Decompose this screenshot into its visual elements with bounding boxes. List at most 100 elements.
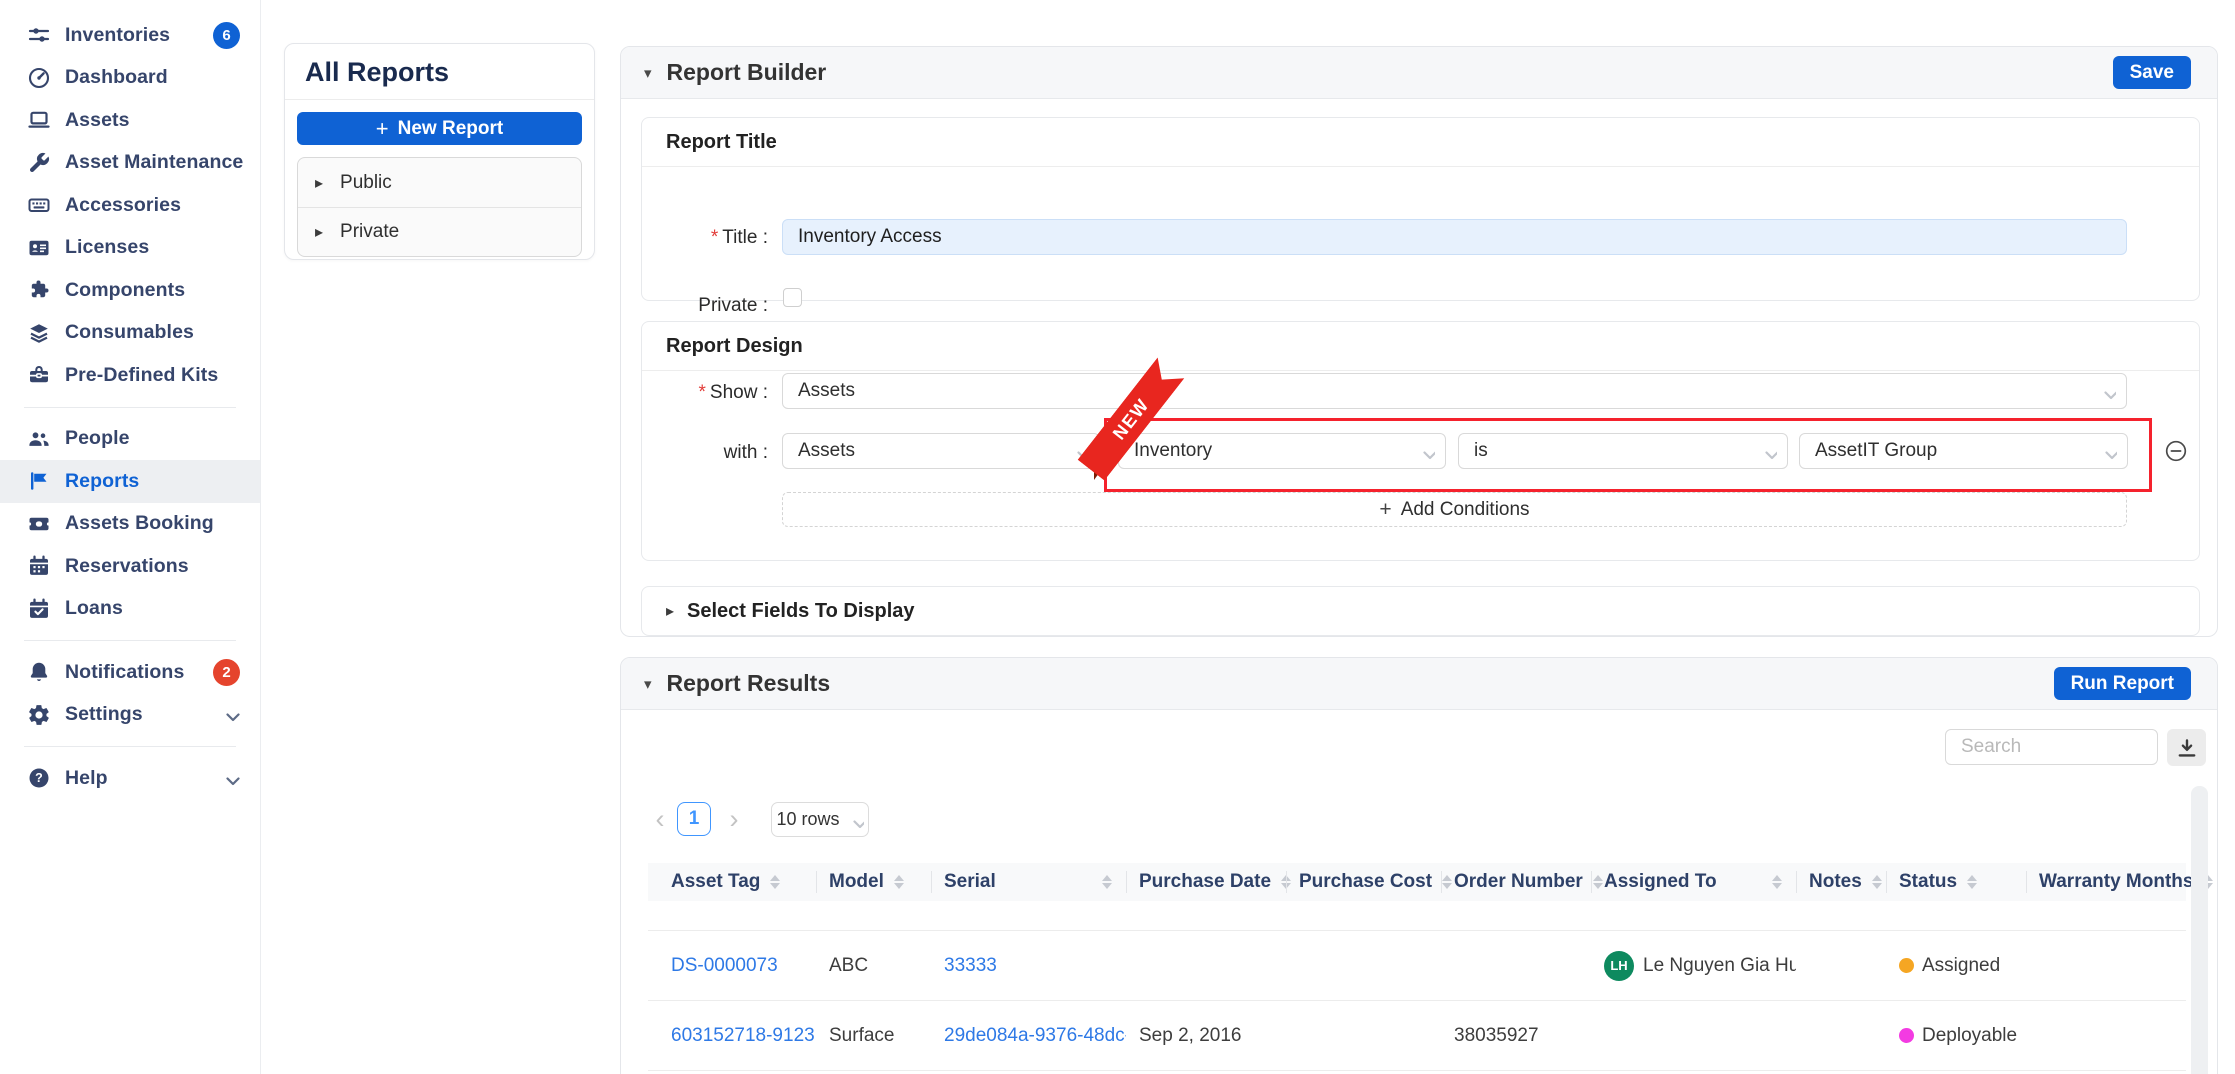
pagination-page-1[interactable]: 1: [677, 802, 711, 836]
sidebar-item-reports[interactable]: Reports: [0, 460, 260, 503]
report-group-private[interactable]: ▸ Private: [298, 207, 581, 256]
report-results-header[interactable]: ▾ Report Results Run Report: [621, 658, 2217, 710]
app-screen: Inventories 6 Dashboard Assets Asset Mai…: [0, 0, 2235, 1074]
sidebar-item-licenses[interactable]: Licenses: [0, 227, 260, 270]
table-row: 603152718-9123 Surface 29de084a-9376-48d…: [648, 1001, 2186, 1071]
column-header-assigned-to[interactable]: Assigned To: [1591, 863, 1796, 901]
report-builder-card: ▾ Report Builder Save Report Title *Titl…: [620, 46, 2218, 637]
pagination-next-button[interactable]: ›: [719, 801, 749, 837]
sidebar-item-inventories[interactable]: Inventories 6: [0, 14, 260, 57]
bell-icon: [27, 660, 51, 684]
sidebar: Inventories 6 Dashboard Assets Asset Mai…: [0, 0, 261, 1074]
sidebar-item-components[interactable]: Components: [0, 269, 260, 312]
collapse-caret-icon[interactable]: ▾: [644, 64, 652, 82]
sidebar-item-accessories[interactable]: Accessories: [0, 184, 260, 227]
save-button[interactable]: Save: [2113, 56, 2191, 89]
status-label: Deployable: [1922, 1025, 2017, 1047]
status-label: Assigned: [1922, 955, 2000, 977]
sidebar-item-loans[interactable]: Loans: [0, 588, 260, 631]
private-checkbox[interactable]: [783, 288, 802, 307]
laptop-icon: [27, 108, 51, 132]
sidebar-item-label: Components: [65, 279, 185, 302]
column-header-purchase-date[interactable]: Purchase Date: [1126, 863, 1286, 901]
sidebar-item-people[interactable]: People: [0, 418, 260, 461]
purchase-cost-cell: [1286, 1001, 1441, 1070]
sort-icon[interactable]: [1772, 875, 1782, 890]
pagination-prev-button[interactable]: ‹: [645, 801, 675, 837]
new-report-label: New Report: [398, 118, 504, 140]
calendar-icon: [27, 554, 51, 578]
keyboard-icon: [27, 193, 51, 217]
caret-right-icon: ▸: [315, 222, 323, 242]
sidebar-item-notifications[interactable]: Notifications 2: [0, 651, 260, 694]
toolbox-icon: [27, 363, 51, 387]
people-icon: [27, 427, 51, 451]
sidebar-item-assets-booking[interactable]: Assets Booking: [0, 503, 260, 546]
inventories-count-badge: 6: [213, 22, 240, 49]
select-fields-section[interactable]: ▸ Select Fields To Display: [641, 586, 2200, 636]
license-card-icon: [27, 236, 51, 260]
chevron-down-icon: [221, 705, 240, 724]
status-cell: Deployable: [1886, 1001, 2026, 1070]
sort-icon[interactable]: [1967, 875, 1977, 890]
collapse-caret-icon[interactable]: ▾: [644, 675, 652, 693]
column-header-asset-tag[interactable]: Asset Tag: [648, 863, 816, 901]
search-input[interactable]: [1945, 729, 2158, 765]
column-header-model[interactable]: Model: [816, 863, 931, 901]
sort-icon[interactable]: [1102, 875, 1112, 890]
order-number-cell: [1441, 931, 1591, 1000]
add-conditions-button[interactable]: + Add Conditions: [782, 492, 2127, 527]
asset-tag-link[interactable]: 603152718-9123: [671, 1025, 815, 1047]
new-report-button[interactable]: + New Report: [297, 112, 582, 145]
sort-icon[interactable]: [770, 875, 780, 890]
with-select[interactable]: Assets: [782, 433, 1100, 469]
condition-field-select[interactable]: Inventory: [1118, 433, 1446, 469]
calendar-check-icon: [27, 597, 51, 621]
sidebar-item-consumables[interactable]: Consumables: [0, 312, 260, 355]
column-header-order-number[interactable]: Order Number: [1441, 863, 1591, 901]
remove-condition-icon[interactable]: [2164, 439, 2191, 466]
table-row: DS-0000073 ABC 33333 LH Le Nguyen Gia Hu…: [648, 931, 2186, 1001]
assigned-to-cell: LH Le Nguyen Gia Huy: [1591, 931, 1796, 1000]
ticket-icon: [27, 512, 51, 536]
serial-link[interactable]: 29de084a-9376-48dc-...: [944, 1025, 1126, 1047]
table-body: DS-0000073 ABC 33333 LH Le Nguyen Gia Hu…: [648, 930, 2186, 1071]
run-report-button[interactable]: Run Report: [2054, 667, 2191, 700]
sidebar-item-pre-defined-kits[interactable]: Pre-Defined Kits: [0, 354, 260, 397]
sidebar-item-asset-maintenance[interactable]: Asset Maintenance: [0, 142, 260, 185]
column-header-warranty-months[interactable]: Warranty Months: [2026, 863, 2186, 901]
condition-value-select[interactable]: AssetIT Group: [1799, 433, 2128, 469]
dashboard-gauge-icon: [27, 66, 51, 90]
asset-tag-link[interactable]: DS-0000073: [671, 955, 778, 977]
title-input[interactable]: [782, 219, 2127, 255]
sidebar-item-label: Consumables: [65, 321, 194, 344]
column-header-serial[interactable]: Serial: [931, 863, 1126, 901]
rows-per-page-select[interactable]: 10 rows: [771, 802, 869, 837]
column-header-purchase-cost[interactable]: Purchase Cost: [1286, 863, 1441, 901]
notes-cell: [1796, 1001, 1886, 1070]
report-group-public[interactable]: ▸ Public: [298, 158, 581, 207]
sidebar-item-reservations[interactable]: Reservations: [0, 545, 260, 588]
sort-icon[interactable]: [1872, 875, 1882, 890]
show-select[interactable]: Assets: [782, 373, 2127, 409]
sort-icon[interactable]: [894, 875, 904, 890]
sidebar-item-dashboard[interactable]: Dashboard: [0, 57, 260, 100]
show-field-label: *Show :: [642, 382, 768, 404]
sidebar-item-settings[interactable]: Settings: [0, 694, 260, 737]
report-design-section: Report Design *Show : Assets with : Asse…: [641, 321, 2200, 561]
report-builder-header[interactable]: ▾ Report Builder Save: [621, 47, 2217, 99]
model-cell: Surface: [816, 1001, 931, 1070]
sidebar-item-label: Reports: [65, 470, 139, 493]
sidebar-item-assets[interactable]: Assets: [0, 99, 260, 142]
sidebar-item-label: Dashboard: [65, 66, 168, 89]
column-header-notes[interactable]: Notes: [1796, 863, 1886, 901]
serial-link[interactable]: 33333: [944, 955, 997, 977]
table-scrollbar[interactable]: [2191, 786, 2208, 1074]
download-icon: [2175, 736, 2198, 759]
purchase-date-cell: Sep 2, 2016: [1126, 1001, 1286, 1070]
sidebar-item-label: Pre-Defined Kits: [65, 364, 218, 387]
download-button[interactable]: [2167, 729, 2206, 766]
condition-operator-select[interactable]: is: [1458, 433, 1788, 469]
column-header-status[interactable]: Status: [1886, 863, 2026, 901]
sidebar-item-help[interactable]: Help: [0, 757, 260, 800]
